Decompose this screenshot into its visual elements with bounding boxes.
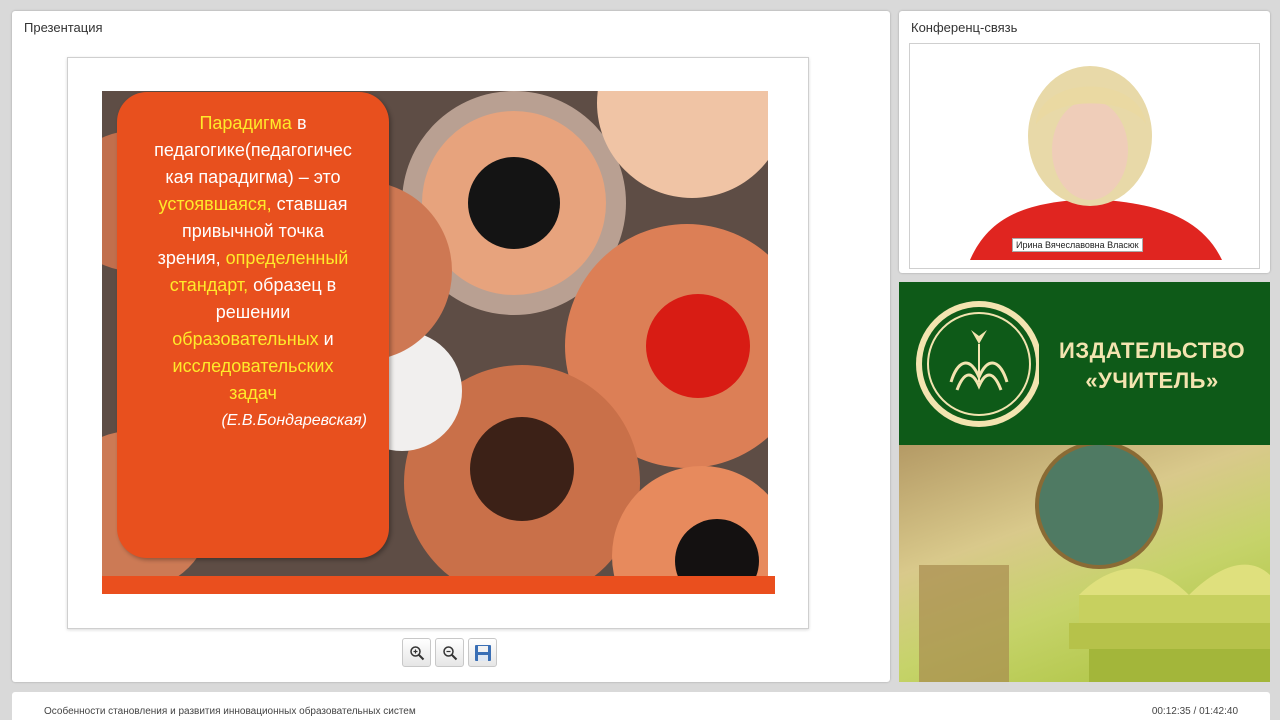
video-feed: Ирина Вячеславовна Власюк [909,43,1260,269]
save-icon [474,644,491,661]
slide-author: (Е.В.Бондаревская) [221,412,367,429]
slide-text-line-11: задач [229,383,277,403]
slide-text-line-7: стандарт, образец в [169,275,337,295]
banner-logo-area: ИЗДАТЕЛЬСТВО «УЧИТЕЛЬ» [899,282,1270,445]
slide-text-line-4: устоявшаяся, ставшая [158,194,348,214]
slide-text-line-6: зрения, определенный [157,248,349,268]
publisher-banner[interactable]: ИЗДАТЕЛЬСТВО «УЧИТЕЛЬ» [899,282,1270,682]
zoom-in-button[interactable] [402,638,431,667]
lecture-title: Особенности становления и развития иннов… [44,706,416,717]
slide-image: Парадигма в педагогике(педагогичес кая п… [102,91,768,577]
books-globe-illustration [919,441,1270,682]
presentation-panel: Презентация Парадигма в педагогике(педаг… [12,11,890,682]
slide-text-line-5: привычной точка [181,221,324,241]
save-button[interactable] [468,638,497,667]
zoom-out-icon [442,645,457,660]
participant-name-tag: Ирина Вячеславовна Власюк [1012,238,1143,252]
publisher-name: ИЗДАТЕЛЬСТВО «УЧИТЕЛЬ» [1059,338,1246,393]
banner-books-image [899,441,1270,682]
slide-text-line-8: решении [215,302,291,322]
playback-time: 00:12:35 / 01:42:40 [1151,706,1238,717]
slide-text-line-2: педагогике(педагогичес [154,140,352,160]
slide-frame: Парадигма в педагогике(педагогичес кая п… [67,57,809,629]
slide-text-line-10: исследовательских [172,356,334,376]
publisher-logo-icon [916,301,1042,427]
presentation-panel-title: Презентация [24,20,103,35]
slide-bottom-bar [102,576,775,594]
conference-panel: Конференц-связь Ирина Вячеславовна Власю… [899,11,1270,273]
slide-text-line-9: образовательных и [172,329,334,349]
zoom-out-button[interactable] [435,638,464,667]
slide-text-line-3: кая парадигма) – это [165,167,341,187]
slide-definition-textbox: Парадигма в педагогике(педагогичес кая п… [117,92,389,558]
slide-text-line-1: Парадигма в [199,113,307,133]
speaker-video [910,44,1259,268]
zoom-in-icon [409,645,424,660]
bottom-bar: Особенности становления и развития иннов… [12,692,1270,720]
conference-panel-title: Конференц-связь [911,20,1018,35]
